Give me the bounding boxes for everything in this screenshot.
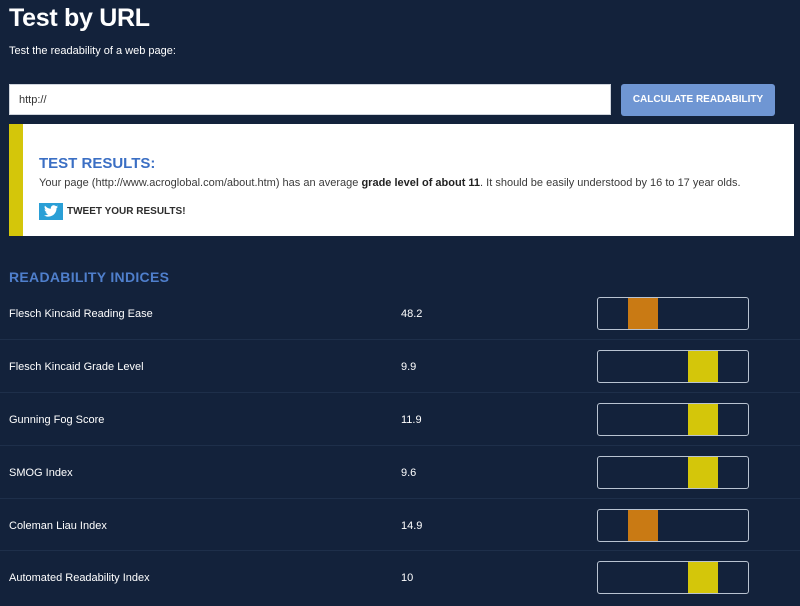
index-row: Flesch Kincaid Reading Ease 48.2: [0, 287, 800, 340]
index-row: Automated Readability Index 10: [0, 551, 800, 604]
index-score: 9.6: [401, 466, 417, 479]
index-label: Coleman Liau Index: [9, 519, 107, 532]
test-results-panel: TEST RESULTS: Your page (http://www.acro…: [9, 124, 794, 236]
index-gauge-marker: [628, 298, 658, 329]
results-heading: TEST RESULTS:: [39, 155, 156, 172]
index-gauge-marker: [628, 509, 658, 541]
index-label: Flesch Kincaid Reading Ease: [9, 308, 153, 320]
url-input[interactable]: [9, 84, 611, 115]
results-text-after: . It should be easily understood by 16 t…: [480, 177, 741, 189]
page-subtitle: Test the readability of a web page:: [9, 45, 176, 57]
index-label: Gunning Fog Score: [9, 413, 105, 426]
index-score: 48.2: [401, 308, 423, 320]
tweet-results-link[interactable]: TWEET YOUR RESULTS!: [39, 202, 186, 220]
index-score: 10: [401, 572, 414, 585]
index-label: Flesch Kincaid Grade Level: [9, 360, 144, 373]
index-gauge: [597, 402, 749, 436]
index-score: 14.9: [401, 519, 423, 532]
results-text-before: Your page (http://www.acroglobal.com/abo…: [39, 177, 362, 189]
readability-indices-heading: READABILITY INDICES: [9, 269, 170, 285]
calculate-readability-button[interactable]: CALCULATE READABILITY: [621, 84, 775, 116]
page: Test by URL Test the readability of a we…: [0, 0, 800, 606]
index-gauge: [597, 508, 749, 542]
page-title: Test by URL: [9, 4, 150, 32]
index-score: 9.9: [401, 360, 417, 373]
index-gauge: [597, 349, 749, 383]
index-row: SMOG Index 9.6: [0, 446, 800, 499]
results-summary: Your page (http://www.acroglobal.com/abo…: [39, 177, 741, 189]
index-gauge: [597, 455, 749, 489]
index-gauge: [597, 561, 749, 595]
index-gauge: [597, 297, 749, 330]
results-grade-level: grade level of about 11: [361, 177, 481, 189]
index-gauge-marker: [688, 562, 718, 594]
index-gauge-marker: [688, 350, 718, 382]
index-row: Gunning Fog Score 11.9: [0, 393, 800, 446]
index-label: Automated Readability Index: [9, 572, 150, 585]
twitter-bird-icon: [39, 202, 63, 220]
index-row: Coleman Liau Index 14.9: [0, 499, 800, 552]
index-gauge-marker: [688, 403, 718, 435]
readability-indices-list: Flesch Kincaid Reading Ease 48.2 Flesch Ki…: [0, 287, 800, 604]
tweet-results-label: TWEET YOUR RESULTS!: [67, 205, 186, 217]
index-gauge-marker: [688, 456, 718, 488]
index-row: Flesch Kincaid Grade Level 9.9: [0, 340, 800, 393]
index-label: SMOG Index: [9, 466, 73, 479]
index-score: 11.9: [401, 413, 422, 426]
